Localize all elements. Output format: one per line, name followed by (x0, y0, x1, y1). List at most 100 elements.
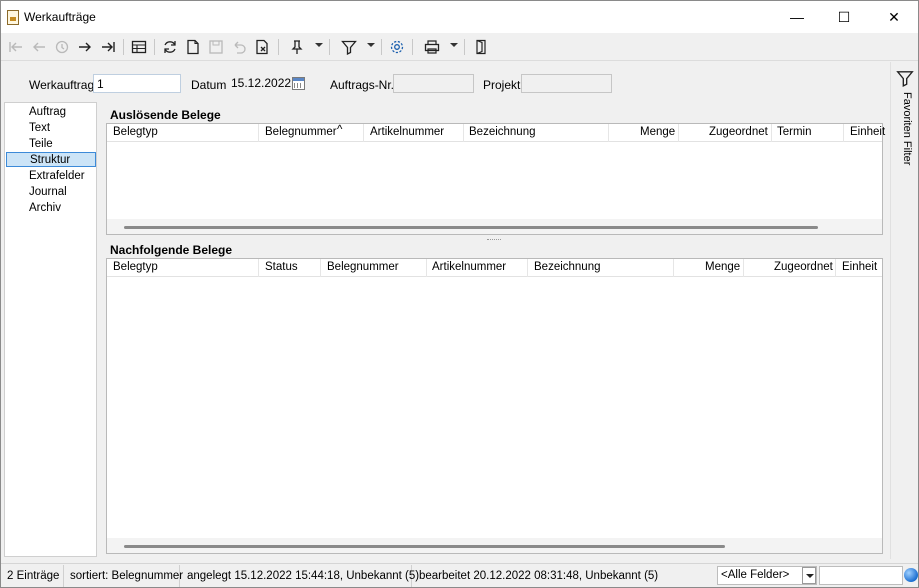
settings-icon[interactable] (387, 37, 407, 57)
column-einheit[interactable]: Einheit (842, 261, 877, 273)
projekt-input[interactable] (521, 74, 612, 93)
ausloesende-belege-grid: Belegtyp Belegnummer ^ Artikelnummer Bez… (106, 123, 885, 235)
new-document-icon[interactable] (183, 37, 203, 57)
column-separator (258, 259, 259, 277)
exit-icon[interactable] (471, 37, 491, 57)
calendar-icon[interactable] (292, 77, 305, 90)
close-button[interactable]: ✕ (871, 1, 917, 33)
projekt-label: Projekt (483, 78, 521, 92)
favorites-filter-panel: Favoriten Filter (890, 62, 918, 559)
pin-dropdown-caret[interactable] (315, 43, 323, 47)
search-input[interactable] (819, 566, 903, 585)
datum-label: Datum (191, 78, 227, 92)
column-termin[interactable]: Termin (777, 126, 812, 138)
nav-item-text[interactable]: Text (29, 121, 50, 136)
title-bar: Werkaufträge — ☐ ✕ (1, 1, 918, 33)
column-separator (673, 259, 674, 277)
column-einheit[interactable]: Einheit (850, 126, 885, 138)
minimize-button[interactable]: — (774, 1, 820, 33)
favorites-filter-label[interactable]: Favoriten Filter (901, 92, 913, 165)
column-status[interactable]: Status (265, 261, 298, 273)
column-belegnummer[interactable]: Belegnummer (327, 261, 399, 273)
previous-record-icon[interactable] (29, 37, 49, 57)
column-separator (258, 124, 259, 142)
window-title: Werkaufträge (24, 10, 96, 24)
detail-navigation: Auftrag Text Teile Struktur Extrafelder … (4, 102, 97, 557)
column-separator (743, 259, 744, 277)
toolbar-separator (412, 39, 413, 55)
save-icon[interactable] (206, 37, 226, 57)
sort-ascending-icon: ^ (337, 124, 343, 136)
column-separator (835, 259, 836, 277)
toolbar-separator (464, 39, 465, 55)
column-separator (463, 124, 464, 142)
column-separator (363, 124, 364, 142)
refresh-icon[interactable] (160, 37, 180, 57)
status-sort-order: sortiert: Belegnummer (66, 565, 183, 587)
toolbar-separator (154, 39, 155, 55)
column-separator (608, 124, 609, 142)
status-edited: bearbeitet 20.12.2022 08:31:48, Unbekann… (419, 570, 659, 582)
column-menge[interactable]: Menge (705, 261, 740, 273)
next-record-icon[interactable] (75, 37, 95, 57)
delete-document-icon[interactable] (252, 37, 272, 57)
column-artikelnummer[interactable]: Artikelnummer (432, 261, 506, 273)
column-zugeordnet[interactable]: Zugeordnet (774, 261, 833, 273)
nav-item-extrafelder[interactable]: Extrafelder (29, 169, 85, 184)
nachfolgende-belege-grid: Belegtyp Status Belegnummer Artikelnumme… (106, 258, 883, 554)
nachfolgende-belege-title: Nachfolgende Belege (110, 243, 233, 257)
scrollbar-thumb[interactable] (124, 226, 818, 229)
column-separator (771, 124, 772, 142)
ausloesende-horizontal-scrollbar[interactable] (107, 219, 882, 234)
auftragsnr-label: Auftrags-Nr. (330, 78, 395, 92)
nav-item-journal[interactable]: Journal (29, 185, 67, 200)
ausloesende-header: Belegtyp Belegnummer ^ Artikelnummer Bez… (107, 124, 885, 142)
print-dropdown-caret[interactable] (450, 43, 458, 47)
splitter-handle[interactable] (487, 239, 501, 241)
nachfolgende-horizontal-scrollbar[interactable] (107, 538, 882, 553)
column-separator (843, 124, 844, 142)
pin-icon[interactable] (287, 37, 307, 57)
nav-item-struktur[interactable]: Struktur (6, 152, 96, 167)
toolbar-separator (123, 39, 124, 55)
column-artikelnummer[interactable]: Artikelnummer (370, 126, 444, 138)
auftragsnr-input[interactable] (393, 74, 474, 93)
column-separator (320, 259, 321, 277)
nav-item-archiv[interactable]: Archiv (29, 201, 61, 216)
ausloesende-belege-title: Auslösende Belege (110, 108, 221, 122)
app-icon (7, 10, 19, 25)
globe-icon[interactable] (904, 568, 918, 582)
column-separator (678, 124, 679, 142)
filter-icon[interactable] (339, 37, 359, 57)
nav-item-teile[interactable]: Teile (29, 137, 53, 152)
undo-icon[interactable] (229, 37, 249, 57)
main-window: Werkaufträge — ☐ ✕ Werkauftrag 1 Datum 1… (0, 0, 919, 588)
status-record-count: 2 Einträge (3, 565, 64, 587)
history-icon[interactable] (52, 37, 72, 57)
toolbar-separator (278, 39, 279, 55)
print-icon[interactable] (422, 37, 442, 57)
nav-item-auftrag[interactable]: Auftrag (29, 105, 66, 120)
filter-icon[interactable] (896, 69, 914, 87)
field-select-dropdown-button[interactable] (802, 567, 816, 584)
column-bezeichnung[interactable]: Bezeichnung (469, 126, 536, 138)
toolbar-separator (329, 39, 330, 55)
column-belegtyp[interactable]: Belegtyp (113, 261, 158, 273)
scrollbar-thumb[interactable] (124, 545, 725, 548)
column-zugeordnet[interactable]: Zugeordnet (709, 126, 768, 138)
column-bezeichnung[interactable]: Bezeichnung (534, 261, 601, 273)
column-belegtyp[interactable]: Belegtyp (113, 126, 158, 138)
first-record-icon[interactable] (6, 37, 26, 57)
column-separator (426, 259, 427, 277)
werkauftrag-label: Werkauftrag (29, 78, 95, 92)
werkauftrag-input[interactable]: 1 (93, 74, 181, 93)
column-belegnummer[interactable]: Belegnummer (265, 126, 337, 138)
table-view-icon[interactable] (129, 37, 149, 57)
column-menge[interactable]: Menge (640, 126, 675, 138)
toolbar (1, 33, 918, 61)
filter-dropdown-caret[interactable] (367, 43, 375, 47)
last-record-icon[interactable] (98, 37, 118, 57)
column-separator (527, 259, 528, 277)
toolbar-separator (381, 39, 382, 55)
maximize-button[interactable]: ☐ (821, 1, 867, 33)
